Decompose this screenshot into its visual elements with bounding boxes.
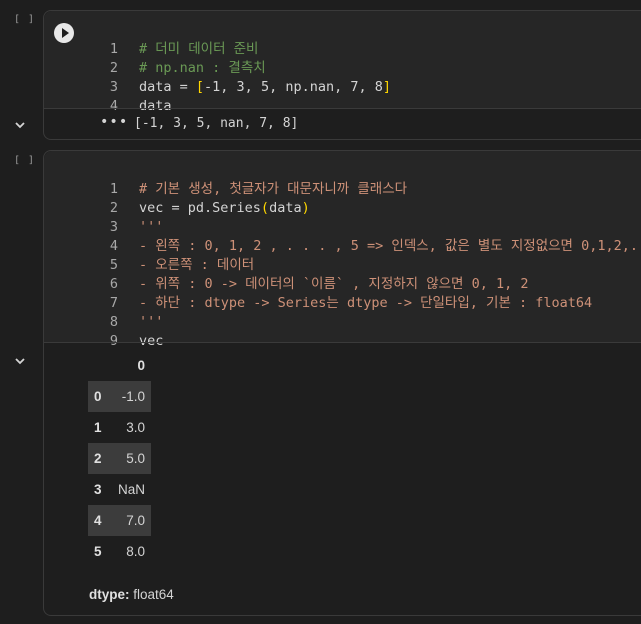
code-line: 5- 오른쪽 : 데이터 xyxy=(109,257,255,273)
table-row: 3 NaN xyxy=(88,474,151,505)
table-row: 4 7.0 xyxy=(88,505,152,536)
code-line: 1 # 기본 생성, 첫글자가 대문자니까 클래스다 xyxy=(109,181,408,197)
table-row: 2 5.0 xyxy=(88,443,152,474)
row-index: 5 xyxy=(94,544,102,559)
row-value: 8.0 xyxy=(126,544,146,559)
output-divider xyxy=(44,342,641,343)
output-menu-button[interactable]: ••• xyxy=(100,114,128,130)
row-value: 3.0 xyxy=(126,420,146,435)
row-index: 4 xyxy=(94,513,102,528)
code-editor-2[interactable]: 1 # 기본 생성, 첫글자가 대문자니까 클래스다 2 vec = pd.Seri… xyxy=(44,151,641,349)
cell2-execution-count: [ ] xyxy=(14,155,36,166)
code-line: 3 ''' xyxy=(109,219,164,235)
output-divider xyxy=(44,108,641,109)
series-output-table: 0 0 -1.0 1 3.0 2 5.0 3 NaN 4 7.0 5 8.0 xyxy=(88,350,152,567)
code-line: 1 # 더미 데이터 준비 xyxy=(109,41,259,57)
code-line: 9 vec xyxy=(109,333,164,349)
table-row: 0 -1.0 xyxy=(88,381,152,412)
index-header xyxy=(88,350,112,381)
code-line: 2 # np.nan : 결측치 xyxy=(109,60,266,76)
dtype-footer: dtype: float64 xyxy=(89,587,174,602)
dtype-label: dtype: xyxy=(89,587,130,602)
collapse-output-chevron-icon[interactable] xyxy=(14,352,25,365)
row-value: 7.0 xyxy=(126,513,146,528)
code-line: 3 data = [-1, 3, 5, np.nan, 7, 8] xyxy=(109,79,391,95)
cell1-execution-count: [ ] xyxy=(14,14,36,25)
code-line: 8 ''' xyxy=(109,314,164,330)
dtype-value: float64 xyxy=(133,587,174,602)
table-row: 5 8.0 xyxy=(88,536,151,567)
cell1-output-text: [-1, 3, 5, nan, 7, 8] xyxy=(134,116,299,131)
row-index: 0 xyxy=(94,389,102,404)
column-header: 0 xyxy=(137,358,146,373)
row-value: 5.0 xyxy=(126,451,146,466)
collapse-output-chevron-icon[interactable] xyxy=(14,116,25,129)
code-line: 4- 왼쪽 : 0, 1, 2 , . . . , 5 => 인덱스, 값은 별… xyxy=(109,238,641,254)
row-value: -1.0 xyxy=(121,389,146,404)
code-editor-1[interactable]: 1 # 더미 데이터 준비 2 # np.nan : 결측치 3 data = [-1… xyxy=(44,11,641,114)
table-row: 1 3.0 xyxy=(88,412,151,443)
table-header-row: 0 xyxy=(88,350,151,381)
code-line: 6- 위쪽 : 0 -> 데이터의 `이름` , 지정하지 않으면 0, 1, … xyxy=(109,276,529,292)
code-line: 7- 하단 : dtype -> Series는 dtype -> 단일타입, … xyxy=(109,295,593,311)
code-line: 4 data xyxy=(109,98,172,114)
code-cell-1[interactable]: 1 # 더미 데이터 준비 2 # np.nan : 결측치 3 data = [-1… xyxy=(43,10,641,140)
code-line: 2 vec = pd.Series(data) xyxy=(109,200,310,216)
row-index: 3 xyxy=(94,482,102,497)
row-index: 1 xyxy=(94,420,102,435)
row-value: NaN xyxy=(118,482,146,497)
row-index: 2 xyxy=(94,451,102,466)
